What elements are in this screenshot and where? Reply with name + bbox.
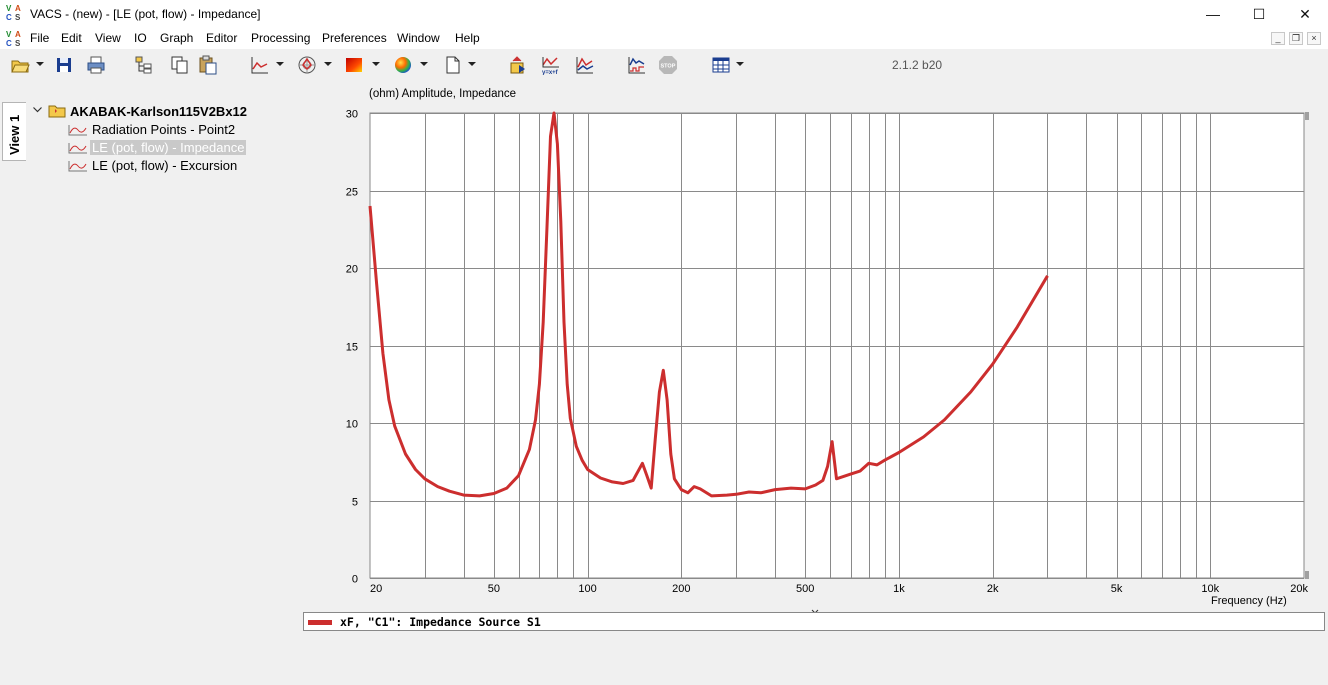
menu-file[interactable]: File <box>30 31 49 45</box>
y-tick-label: 15 <box>346 342 358 354</box>
x-tick-label: 100 <box>578 583 596 595</box>
tree-view-icon[interactable] <box>134 55 154 75</box>
x-tick-label: 20 <box>370 583 382 595</box>
menu-io[interactable]: IO <box>134 31 147 45</box>
save-icon[interactable] <box>54 55 74 75</box>
menu-window[interactable]: Window <box>397 31 440 45</box>
menu-view[interactable]: View <box>95 31 121 45</box>
menu-help[interactable]: Help <box>455 31 480 45</box>
mdi-restore-button[interactable]: ❐ <box>1289 32 1303 45</box>
tree-item-excursion[interactable]: LE (pot, flow) - Excursion <box>68 157 348 175</box>
open-folder-icon[interactable] <box>10 55 30 75</box>
color-map-dropdown-arrow-icon[interactable] <box>372 62 380 66</box>
x-tick-label: 200 <box>672 583 690 595</box>
menu-preferences[interactable]: Preferences <box>322 31 387 45</box>
x-tick-label: 20k <box>1290 583 1308 595</box>
function-icon[interactable]: y=x+f <box>541 55 561 75</box>
legend-swatch <box>308 620 332 625</box>
scale-handle <box>1305 571 1309 579</box>
stop-icon[interactable]: STOP <box>658 55 678 75</box>
plot-area <box>369 112 1305 579</box>
tree-root-label: AKABAK-Karlson115V2Bx12 <box>70 104 248 119</box>
impedance-chart[interactable]: 0 5 10 15 20 25 30 20 50 100 200 500 1k 2k 5k 10k 20k <box>330 104 1326 620</box>
menu-graph[interactable]: Graph <box>160 31 193 45</box>
curve-icon <box>68 143 87 154</box>
table-dropdown-arrow-icon[interactable] <box>736 62 744 66</box>
menu-editor[interactable]: Editor <box>206 31 237 45</box>
scale-handle <box>1305 112 1309 120</box>
sphere-icon[interactable] <box>393 55 413 75</box>
color-map-icon[interactable] <box>344 55 364 75</box>
menu-edit[interactable]: Edit <box>61 31 82 45</box>
toolbar: y=x+f STOP 2.1.2 b20 <box>0 49 1328 81</box>
y-tick-label: 0 <box>352 574 358 586</box>
polar-graph-icon[interactable] <box>297 55 317 75</box>
view-tab-label: View 1 <box>7 114 22 155</box>
version-label: 2.1.2 b20 <box>892 58 943 72</box>
maximize-button[interactable]: ☐ <box>1236 0 1282 29</box>
x-tick-label: 500 <box>796 583 814 595</box>
chart-legend[interactable]: xF, "C1": Impedance Source S1 <box>303 612 1325 631</box>
x-tick-label: 1k <box>893 583 905 595</box>
print-icon[interactable] <box>86 55 106 75</box>
x-tick-label: 10k <box>1201 583 1219 595</box>
x-tick-label: 5k <box>1111 583 1123 595</box>
tree-item-radiation-points[interactable]: Radiation Points - Point2 <box>68 121 348 139</box>
compare-graph-icon[interactable] <box>575 55 595 75</box>
tree-item-label: LE (pot, flow) - Impedance <box>90 140 247 155</box>
y-tick-label: 30 <box>346 109 358 121</box>
polar-dropdown-arrow-icon[interactable] <box>324 62 332 66</box>
run-simulation-icon[interactable] <box>508 55 528 75</box>
svg-text:y=x+f: y=x+f <box>542 70 559 75</box>
tree-item-label: LE (pot, flow) - Excursion <box>92 158 238 173</box>
window-title: VACS - (new) - [LE (pot, flow) - Impedan… <box>30 7 261 21</box>
curve-icon <box>68 125 87 136</box>
curve-icon <box>68 161 87 172</box>
data-graph-icon[interactable] <box>627 55 647 75</box>
title-bar: V A C S VACS - (new) - [LE (pot, flow) -… <box>0 0 1328 29</box>
tree-item-impedance[interactable]: LE (pot, flow) - Impedance <box>68 139 348 157</box>
mdi-minimize-button[interactable]: _ <box>1271 32 1285 45</box>
x-tick-label: 50 <box>488 583 500 595</box>
vacs-menu-logo-icon[interactable]: V A C S <box>6 30 24 48</box>
line-graph-icon[interactable] <box>250 55 270 75</box>
collapse-arrow-icon[interactable] <box>33 107 42 113</box>
table-icon[interactable] <box>711 55 731 75</box>
graph-dropdown-arrow-icon[interactable] <box>276 62 284 66</box>
project-folder-icon <box>48 105 66 118</box>
vacs-logo-icon: V A C S <box>6 4 21 22</box>
view-tab[interactable]: View 1 <box>2 102 26 161</box>
paste-icon[interactable] <box>198 55 218 75</box>
legend-label: xF, "C1": Impedance Source S1 <box>340 615 541 629</box>
x-tick-label: 2k <box>987 583 999 595</box>
tree-item-label: Radiation Points - Point2 <box>92 122 236 137</box>
new-document-dropdown-arrow-icon[interactable] <box>468 62 476 66</box>
mdi-close-button[interactable]: × <box>1307 32 1321 45</box>
chart-title: (ohm) Amplitude, Impedance <box>369 88 517 100</box>
menu-bar: V A C S File Edit View IO Graph Editor P… <box>0 29 1328 49</box>
new-document-icon[interactable] <box>443 55 463 75</box>
stop-icon-label: STOP <box>661 64 676 70</box>
close-button[interactable]: ✕ <box>1282 0 1328 29</box>
x-axis-label: Frequency (Hz) <box>1211 595 1287 607</box>
y-tick-label: 25 <box>346 187 358 199</box>
open-dropdown-arrow-icon[interactable] <box>36 62 44 66</box>
menu-processing[interactable]: Processing <box>251 31 310 45</box>
y-tick-label: 5 <box>352 497 358 509</box>
sphere-dropdown-arrow-icon[interactable] <box>420 62 428 66</box>
copy-icon[interactable] <box>170 55 190 75</box>
y-tick-label: 20 <box>346 264 358 276</box>
tree-root-node[interactable]: AKABAK-Karlson115V2Bx12 <box>30 102 330 120</box>
y-tick-label: 10 <box>346 419 358 431</box>
minimize-button[interactable]: — <box>1190 0 1236 29</box>
